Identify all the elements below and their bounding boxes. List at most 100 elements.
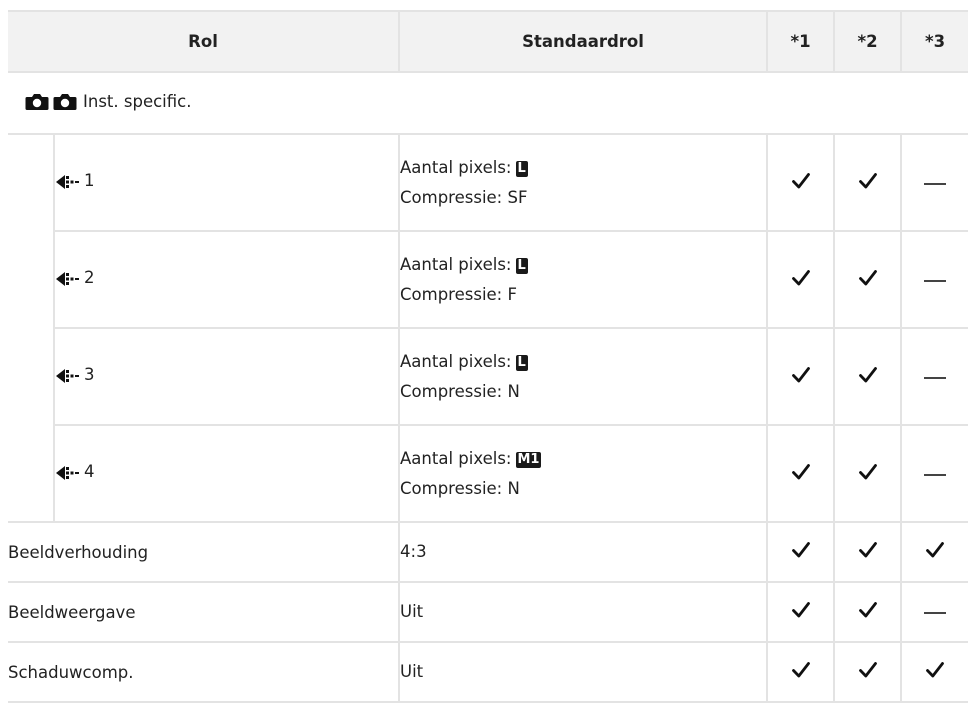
dash-icon xyxy=(924,279,947,282)
drive-mode-cell: 3 xyxy=(54,327,400,426)
check-icon xyxy=(926,542,944,558)
drive-mode-number: 2 xyxy=(84,268,95,287)
default-role-cell: Aantal pixels: L Compressie: SF xyxy=(398,133,768,232)
check-icon xyxy=(858,366,877,382)
flag-cell-3 xyxy=(900,230,969,329)
table-row: 1 Aantal pixels: L Compressie: SF xyxy=(8,133,969,523)
section-label: Inst. specific. xyxy=(25,92,191,111)
compression-line: Compressie: N xyxy=(400,478,520,498)
flag-cell-1 xyxy=(766,521,835,583)
check-icon xyxy=(858,172,877,188)
flag-cell-2 xyxy=(833,521,902,583)
dash-icon xyxy=(924,376,947,379)
flag-cell-2 xyxy=(833,641,902,703)
check-icon xyxy=(791,602,810,618)
check-icon xyxy=(858,542,877,558)
pixel-size-badge: L xyxy=(515,257,528,274)
header-row: Rol Standaardrol *1 *2 *3 xyxy=(8,10,969,73)
table-row: Schaduwcomp. Uit xyxy=(8,641,969,703)
header-flag-3: *3 xyxy=(900,10,969,73)
flag-cell-2 xyxy=(833,327,902,426)
drive-mode-label: 4 xyxy=(55,462,95,481)
flag-cell-3 xyxy=(900,581,969,643)
default-role-cell: Uit xyxy=(398,641,768,703)
header-default-role: Standaardrol xyxy=(398,10,768,73)
flag-cell-3 xyxy=(900,133,969,232)
drive-mode-label: 1 xyxy=(55,171,95,190)
table-row: 3 Aantal pixels: L Compressie: N xyxy=(8,327,969,426)
pixel-count-label: Aantal pixels: xyxy=(400,351,512,371)
table-row: 4 Aantal pixels: M1 Compressie: N xyxy=(8,424,969,523)
dash-icon xyxy=(924,612,947,614)
drive-mode-label: 2 xyxy=(55,268,95,287)
section-cell: Inst. specific. xyxy=(8,71,969,135)
flag-cell-3 xyxy=(900,641,969,703)
flag-cell-2 xyxy=(833,133,902,232)
drive-mode-number: 4 xyxy=(84,462,95,481)
default-role-cell: Uit xyxy=(398,581,768,643)
drive-mode-number: 1 xyxy=(84,171,95,190)
camera-icons xyxy=(25,92,77,111)
pixel-count-line: Aantal pixels: L xyxy=(400,153,766,183)
drive-mode-cell: 4 xyxy=(54,424,400,523)
setting-name: Beeldweergave xyxy=(8,581,400,643)
setting-name: Schaduwcomp. xyxy=(8,641,400,703)
section-row: Inst. specific. xyxy=(8,71,969,135)
setting-name: Beeldverhouding xyxy=(8,521,400,583)
camera-icon xyxy=(53,93,77,110)
sequential-drive-icon xyxy=(56,175,79,189)
pixel-size-badge: M1 xyxy=(515,451,542,468)
pixel-count-line: Aantal pixels: L xyxy=(400,347,766,377)
flag-cell-2 xyxy=(833,424,902,523)
pixel-count-label: Aantal pixels: xyxy=(400,448,512,468)
check-icon xyxy=(858,662,877,678)
indent-cell xyxy=(8,133,55,523)
flag-cell-3 xyxy=(900,327,969,426)
header-flag-1: *1 xyxy=(766,10,835,73)
table-row: 2 Aantal pixels: L Compressie: F xyxy=(8,230,969,329)
default-role-cell: Aantal pixels: L Compressie: N xyxy=(398,327,768,426)
flag-cell-3 xyxy=(900,521,969,583)
drive-mode-cell: 1 xyxy=(54,133,400,232)
check-icon xyxy=(791,542,810,558)
check-icon xyxy=(858,269,877,285)
pixel-count-label: Aantal pixels: xyxy=(400,254,512,274)
compression-line: Compressie: F xyxy=(400,284,517,304)
sequential-drive-icon xyxy=(56,369,79,383)
pixel-size-badge: L xyxy=(515,354,528,371)
camera-icon xyxy=(25,93,49,110)
pixel-count-line: Aantal pixels: M1 xyxy=(400,444,766,474)
section-label-text: Inst. specific. xyxy=(83,91,192,111)
table-row: Beeldweergave Uit xyxy=(8,581,969,643)
flag-cell-2 xyxy=(833,581,902,643)
header-flag-2: *2 xyxy=(833,10,902,73)
compression-line: Compressie: SF xyxy=(400,187,528,207)
drive-mode-label: 3 xyxy=(55,365,95,384)
default-role-cell: 4:3 xyxy=(398,521,768,583)
check-icon xyxy=(791,269,810,285)
flag-cell-2 xyxy=(833,230,902,329)
pixel-count-line: Aantal pixels: L xyxy=(400,250,766,280)
check-icon xyxy=(791,172,810,188)
check-icon xyxy=(791,463,810,479)
flag-cell-1 xyxy=(766,133,835,232)
table-row: Beeldverhouding 4:3 xyxy=(8,521,969,583)
dash-icon xyxy=(924,182,947,185)
flag-cell-3 xyxy=(900,424,969,523)
flag-cell-1 xyxy=(766,581,835,643)
check-icon xyxy=(791,366,810,382)
sequential-drive-icon xyxy=(56,272,79,286)
check-icon xyxy=(926,662,944,678)
dash-icon xyxy=(924,473,947,476)
settings-table: Rol Standaardrol *1 *2 *3 Inst. specific… xyxy=(8,10,969,703)
flag-cell-1 xyxy=(766,424,835,523)
pixel-count-label: Aantal pixels: xyxy=(400,157,512,177)
flag-cell-1 xyxy=(766,641,835,703)
check-icon xyxy=(858,463,877,479)
drive-mode-number: 3 xyxy=(84,365,95,384)
pixel-size-badge: L xyxy=(515,160,528,177)
check-icon xyxy=(858,602,877,618)
flag-cell-1 xyxy=(766,327,835,426)
compression-line: Compressie: N xyxy=(400,381,520,401)
drive-mode-cell: 2 xyxy=(54,230,400,329)
